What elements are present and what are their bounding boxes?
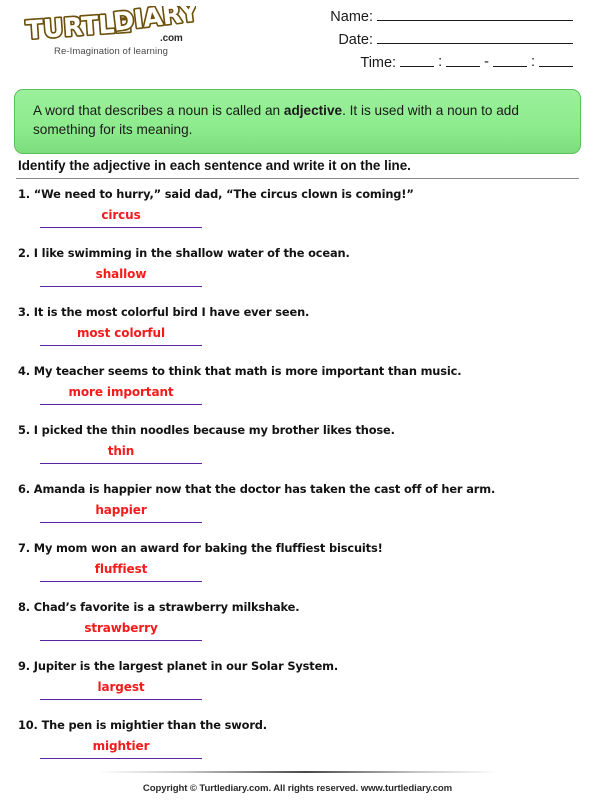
- time-separator-colon-2: :: [530, 54, 535, 70]
- answer-value: thin: [107, 444, 135, 458]
- answer-field[interactable]: mightier: [40, 739, 202, 767]
- question-item: 1. “We need to hurry,” said dad, “The ci…: [18, 186, 581, 245]
- answer-line: [40, 522, 202, 524]
- time-start-hour-blank[interactable]: [400, 54, 435, 67]
- question-item: 2. I like swimming in the shallow water …: [18, 245, 581, 304]
- question-item: 6. Amanda is happier now that the doctor…: [18, 481, 581, 540]
- time-end-hour-blank[interactable]: [492, 54, 527, 67]
- instruction-text: Identify the adjective in each sentence …: [18, 158, 411, 173]
- student-info-fields: Name: Date: Time: : - :: [297, 8, 573, 77]
- answer-line: [40, 758, 202, 760]
- question-item: 9. Jupiter is the largest planet in our …: [18, 658, 581, 717]
- time-start-minute-blank[interactable]: [446, 54, 481, 67]
- question-sentence-text: Jupiter is the largest planet in our Sol…: [33, 659, 339, 673]
- answer-field[interactable]: circus: [40, 208, 202, 236]
- name-label: Name:: [330, 9, 373, 25]
- answer-field[interactable]: more important: [40, 385, 202, 413]
- answer-line: [40, 227, 202, 229]
- answer-field[interactable]: largest: [40, 680, 202, 708]
- question-number: 7.: [18, 541, 30, 555]
- question-sentence: 10. The pen is mightier than the sword.: [18, 717, 581, 732]
- site-logo[interactable]: TURTLE TURTLE DIARY DIARY .com Re-Imagin…: [20, 6, 210, 62]
- question-number: 2.: [18, 246, 30, 260]
- answer-value: largest: [97, 680, 145, 694]
- answer-value: circus: [101, 208, 141, 222]
- answer-value: most colorful: [76, 326, 165, 340]
- instruction-divider: [16, 178, 579, 179]
- page-header: TURTLE TURTLE DIARY DIARY .com Re-Imagin…: [0, 0, 595, 80]
- time-end-minute-blank[interactable]: [539, 54, 573, 67]
- question-sentence-text: I like swimming in the shallow water of …: [33, 246, 350, 260]
- question-sentence-text: I picked the thin noodles because my bro…: [33, 423, 395, 437]
- answer-field[interactable]: strawberry: [40, 621, 202, 649]
- question-sentence: 9. Jupiter is the largest planet in our …: [18, 658, 581, 673]
- question-sentence: 8. Chad’s favorite is a strawberry milks…: [18, 599, 581, 614]
- answer-value: strawberry: [84, 621, 158, 635]
- question-sentence: 2. I like swimming in the shallow water …: [18, 245, 581, 260]
- footer-copyright: Copyright © Turtlediary.com. All rights …: [142, 783, 453, 794]
- question-item: 10. The pen is mightier than the sword. m…: [18, 717, 581, 776]
- date-label: Date:: [338, 32, 373, 48]
- answer-field[interactable]: happier: [40, 503, 202, 531]
- question-sentence: 5. I picked the thin noodles because my …: [18, 422, 581, 437]
- question-sentence-text: It is the most colorful bird I have ever…: [33, 305, 310, 319]
- logo-dotcom-suffix: .com: [160, 33, 183, 44]
- question-sentence-text: Amanda is happier now that the doctor ha…: [33, 482, 496, 496]
- question-sentence: 7. My mom won an award for baking the fl…: [18, 540, 581, 555]
- answer-line: [40, 463, 202, 465]
- answer-line: [40, 581, 202, 583]
- question-number: 4.: [18, 364, 30, 378]
- answer-field[interactable]: shallow: [40, 267, 202, 295]
- question-sentence: 4. My teacher seems to think that math i…: [18, 363, 581, 378]
- footer-divider: [98, 771, 498, 773]
- answer-value: mightier: [92, 739, 150, 753]
- answer-field[interactable]: most colorful: [40, 326, 202, 354]
- answer-value: shallow: [95, 267, 147, 281]
- date-field-row: Date:: [297, 31, 573, 54]
- answer-line: [40, 640, 202, 642]
- question-number: 5.: [18, 423, 30, 437]
- question-number: 9.: [18, 659, 30, 673]
- question-sentence-text: My mom won an award for baking the fluff…: [33, 541, 383, 555]
- name-input-blank[interactable]: [377, 8, 573, 21]
- svg-text:DIARY: DIARY: [112, 6, 196, 37]
- question-number: 10.: [18, 718, 38, 732]
- question-item: 8. Chad’s favorite is a strawberry milks…: [18, 599, 581, 658]
- question-sentence-text: Chad’s favorite is a strawberry milkshak…: [33, 600, 300, 614]
- question-item: 4. My teacher seems to think that math i…: [18, 363, 581, 422]
- question-sentence-text: “We need to hurry,” said dad, “The circu…: [33, 187, 414, 201]
- question-sentence-text: My teacher seems to think that math is m…: [33, 364, 462, 378]
- definition-text-part-1: A word that describes a noun is called a…: [33, 103, 284, 118]
- question-item: 7. My mom won an award for baking the fl…: [18, 540, 581, 599]
- question-sentence: 1. “We need to hurry,” said dad, “The ci…: [18, 186, 581, 201]
- answer-value: happier: [95, 503, 147, 517]
- definition-emphasis-word: adjective: [283, 103, 343, 118]
- answer-field[interactable]: thin: [40, 444, 202, 472]
- name-field-row: Name:: [297, 8, 573, 31]
- time-field-row: Time: : - :: [297, 54, 573, 77]
- answer-line: [40, 404, 202, 406]
- answer-value: more important: [68, 385, 174, 399]
- date-input-blank[interactable]: [377, 31, 573, 44]
- time-label: Time:: [360, 55, 397, 71]
- question-item: 5. I picked the thin noodles because my …: [18, 422, 581, 481]
- question-number: 6.: [18, 482, 30, 496]
- question-number: 3.: [18, 305, 30, 319]
- answer-line: [40, 345, 202, 347]
- question-sentence: 6. Amanda is happier now that the doctor…: [18, 481, 581, 496]
- time-separator-colon-1: :: [438, 54, 443, 70]
- answer-value: fluffiest: [94, 562, 148, 576]
- definition-banner: A word that describes a noun is called a…: [14, 89, 581, 154]
- time-separator-dash: -: [484, 54, 489, 70]
- answer-line: [40, 699, 202, 701]
- answer-line: [40, 286, 202, 288]
- question-sentence: 3. It is the most colorful bird I have e…: [18, 304, 581, 319]
- question-number: 1.: [18, 187, 30, 201]
- question-number: 8.: [18, 600, 30, 614]
- question-item: 3. It is the most colorful bird I have e…: [18, 304, 581, 363]
- question-sentence-text: The pen is mightier than the sword.: [41, 718, 268, 732]
- question-list: 1. “We need to hurry,” said dad, “The ci…: [18, 186, 581, 776]
- logo-tagline: Re-Imagination of learning: [54, 46, 169, 57]
- answer-field[interactable]: fluffiest: [40, 562, 202, 590]
